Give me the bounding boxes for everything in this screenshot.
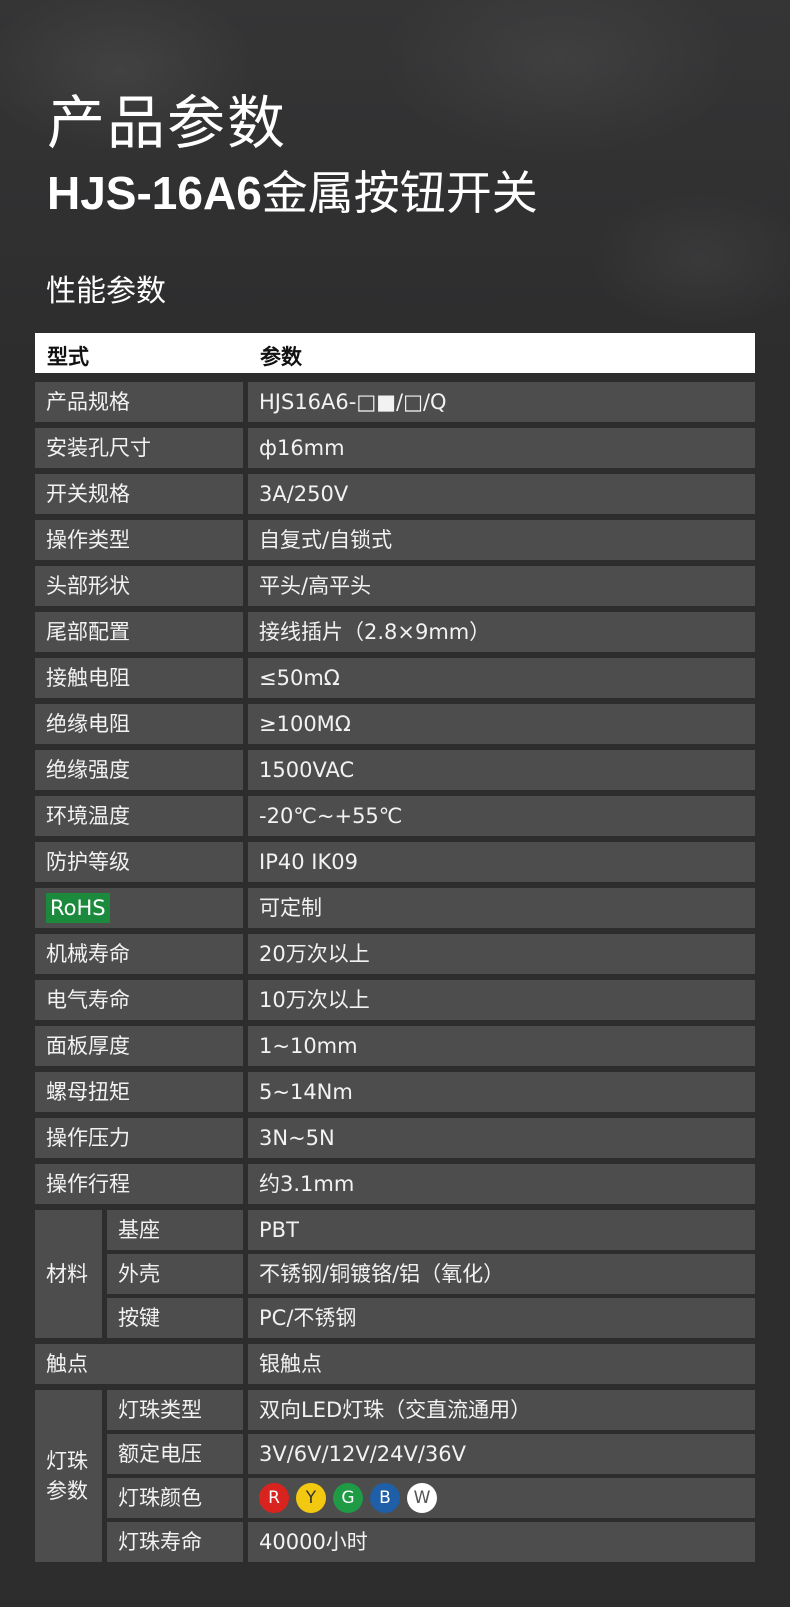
row-sublabel: 外壳 — [107, 1254, 243, 1294]
table-row: 防护等级 IP40 IK09 — [35, 842, 755, 882]
rohs-badge: RoHS — [46, 893, 110, 923]
row-sublabel: 基座 — [107, 1210, 243, 1250]
row-value: PBT — [248, 1210, 755, 1250]
color-dot-yellow: Y — [296, 1482, 326, 1513]
row-value: 接线插片（2.8×9mm） — [248, 612, 755, 652]
row-label: 面板厚度 — [35, 1026, 243, 1066]
table-row: 产品规格 HJS16A6-□■/□/Q — [35, 382, 755, 422]
table-row: 操作行程 约3.1mm — [35, 1164, 755, 1204]
table-row: 灯珠颜色 RYGBW — [35, 1478, 755, 1518]
header-type: 型式 — [47, 345, 89, 369]
row-label: 机械寿命 — [35, 934, 243, 974]
row-sublabel: 灯珠寿命 — [107, 1522, 243, 1562]
row-value: HJS16A6-□■/□/Q — [248, 382, 755, 422]
row-label: 触点 — [35, 1344, 243, 1384]
table-row: 面板厚度 1~10mm — [35, 1026, 755, 1066]
product-model: HJS-16A6 — [47, 167, 262, 219]
table-row: 额定电压 3V/6V/12V/24V/36V — [35, 1434, 755, 1474]
table-row: 环境温度 -20℃~+55℃ — [35, 796, 755, 836]
row-value: ф16mm — [248, 428, 755, 468]
table-row: 按键 PC/不锈钢 — [35, 1298, 755, 1338]
table-row: 基座 PBT — [35, 1210, 755, 1250]
row-label: 产品规格 — [35, 382, 243, 422]
row-label: 操作压力 — [35, 1118, 243, 1158]
row-sublabel: 额定电压 — [107, 1434, 243, 1474]
row-label: 环境温度 — [35, 796, 243, 836]
table-row: 灯珠寿命 40000小时 — [35, 1522, 755, 1562]
row-label: 接触电阻 — [35, 658, 243, 698]
row-value: IP40 IK09 — [248, 842, 755, 882]
table-row: 操作类型 自复式/自锁式 — [35, 520, 755, 560]
table-row: 电气寿命 10万次以上 — [35, 980, 755, 1020]
row-value: 约3.1mm — [248, 1164, 755, 1204]
product-type: 金属按钮开关 — [261, 166, 538, 220]
table-row: 机械寿命 20万次以上 — [35, 934, 755, 974]
row-value: 3N~5N — [248, 1118, 755, 1158]
row-sublabel: 灯珠类型 — [107, 1390, 243, 1430]
row-label: 螺母扭矩 — [35, 1072, 243, 1112]
row-sublabel: 按键 — [107, 1298, 243, 1338]
row-value: 银触点 — [248, 1344, 755, 1384]
page-header: 产品参数 HJS-16A6金属按钮开关 — [47, 88, 538, 222]
row-value: 1500VAC — [248, 750, 755, 790]
row-value: 平头/高平头 — [248, 566, 755, 606]
color-dot-green: G — [333, 1482, 363, 1513]
row-value: -20℃~+55℃ — [248, 796, 755, 836]
table-row: 操作压力 3N~5N — [35, 1118, 755, 1158]
row-value: 5~14Nm — [248, 1072, 755, 1112]
row-value: 自复式/自锁式 — [248, 520, 755, 560]
lamp-colors: RYGBW — [248, 1478, 755, 1518]
row-value: 可定制 — [248, 888, 755, 928]
table-row: 触点 银触点 — [35, 1344, 755, 1384]
row-value: ≤50mΩ — [248, 658, 755, 698]
row-sublabel: 灯珠颜色 — [107, 1478, 243, 1518]
row-value: 3A/250V — [248, 474, 755, 514]
row-value: 20万次以上 — [248, 934, 755, 974]
page-title: 产品参数 — [47, 89, 288, 157]
row-value: 3V/6V/12V/24V/36V — [248, 1434, 755, 1474]
table-row: 头部形状 平头/高平头 — [35, 566, 755, 606]
row-label: 安装孔尺寸 — [35, 428, 243, 468]
row-label: 尾部配置 — [35, 612, 243, 652]
row-value: 10万次以上 — [248, 980, 755, 1020]
table-row: 接触电阻 ≤50mΩ — [35, 658, 755, 698]
table-row: 螺母扭矩 5~14Nm — [35, 1072, 755, 1112]
row-label: RoHS — [35, 888, 243, 928]
table-header: 型式 参数 — [35, 333, 755, 373]
table-row: 开关规格 3A/250V — [35, 474, 755, 514]
row-value: 双向LED灯珠（交直流通用） — [248, 1390, 755, 1430]
row-label: 操作行程 — [35, 1164, 243, 1204]
row-value: PC/不锈钢 — [248, 1298, 755, 1338]
row-value: 不锈钢/铜镀铬/铝（氧化） — [248, 1254, 755, 1294]
header-param: 参数 — [260, 345, 302, 369]
color-dot-blue: B — [370, 1482, 400, 1513]
row-label: 操作类型 — [35, 520, 243, 560]
table-row: 灯珠类型 双向LED灯珠（交直流通用） — [35, 1390, 755, 1430]
row-value: 1~10mm — [248, 1026, 755, 1066]
table-row: 绝缘电阻 ≥100MΩ — [35, 704, 755, 744]
table-row: 安装孔尺寸 ф16mm — [35, 428, 755, 468]
row-label: 绝缘电阻 — [35, 704, 243, 744]
row-label: 头部形状 — [35, 566, 243, 606]
table-row: 绝缘强度 1500VAC — [35, 750, 755, 790]
product-name: HJS-16A6金属按钮开关 — [47, 164, 538, 222]
table-row: 尾部配置 接线插片（2.8×9mm） — [35, 612, 755, 652]
row-value: 40000小时 — [248, 1522, 755, 1562]
row-label: 开关规格 — [35, 474, 243, 514]
color-dot-red: R — [259, 1482, 289, 1513]
row-value: ≥100MΩ — [248, 704, 755, 744]
table-row: 外壳 不锈钢/铜镀铬/铝（氧化） — [35, 1254, 755, 1294]
table-row: RoHS 可定制 — [35, 888, 755, 928]
row-label: 防护等级 — [35, 842, 243, 882]
row-label: 电气寿命 — [35, 980, 243, 1020]
color-dot-white: W — [407, 1482, 437, 1513]
section-title: 性能参数 — [46, 274, 166, 309]
row-label: 绝缘强度 — [35, 750, 243, 790]
